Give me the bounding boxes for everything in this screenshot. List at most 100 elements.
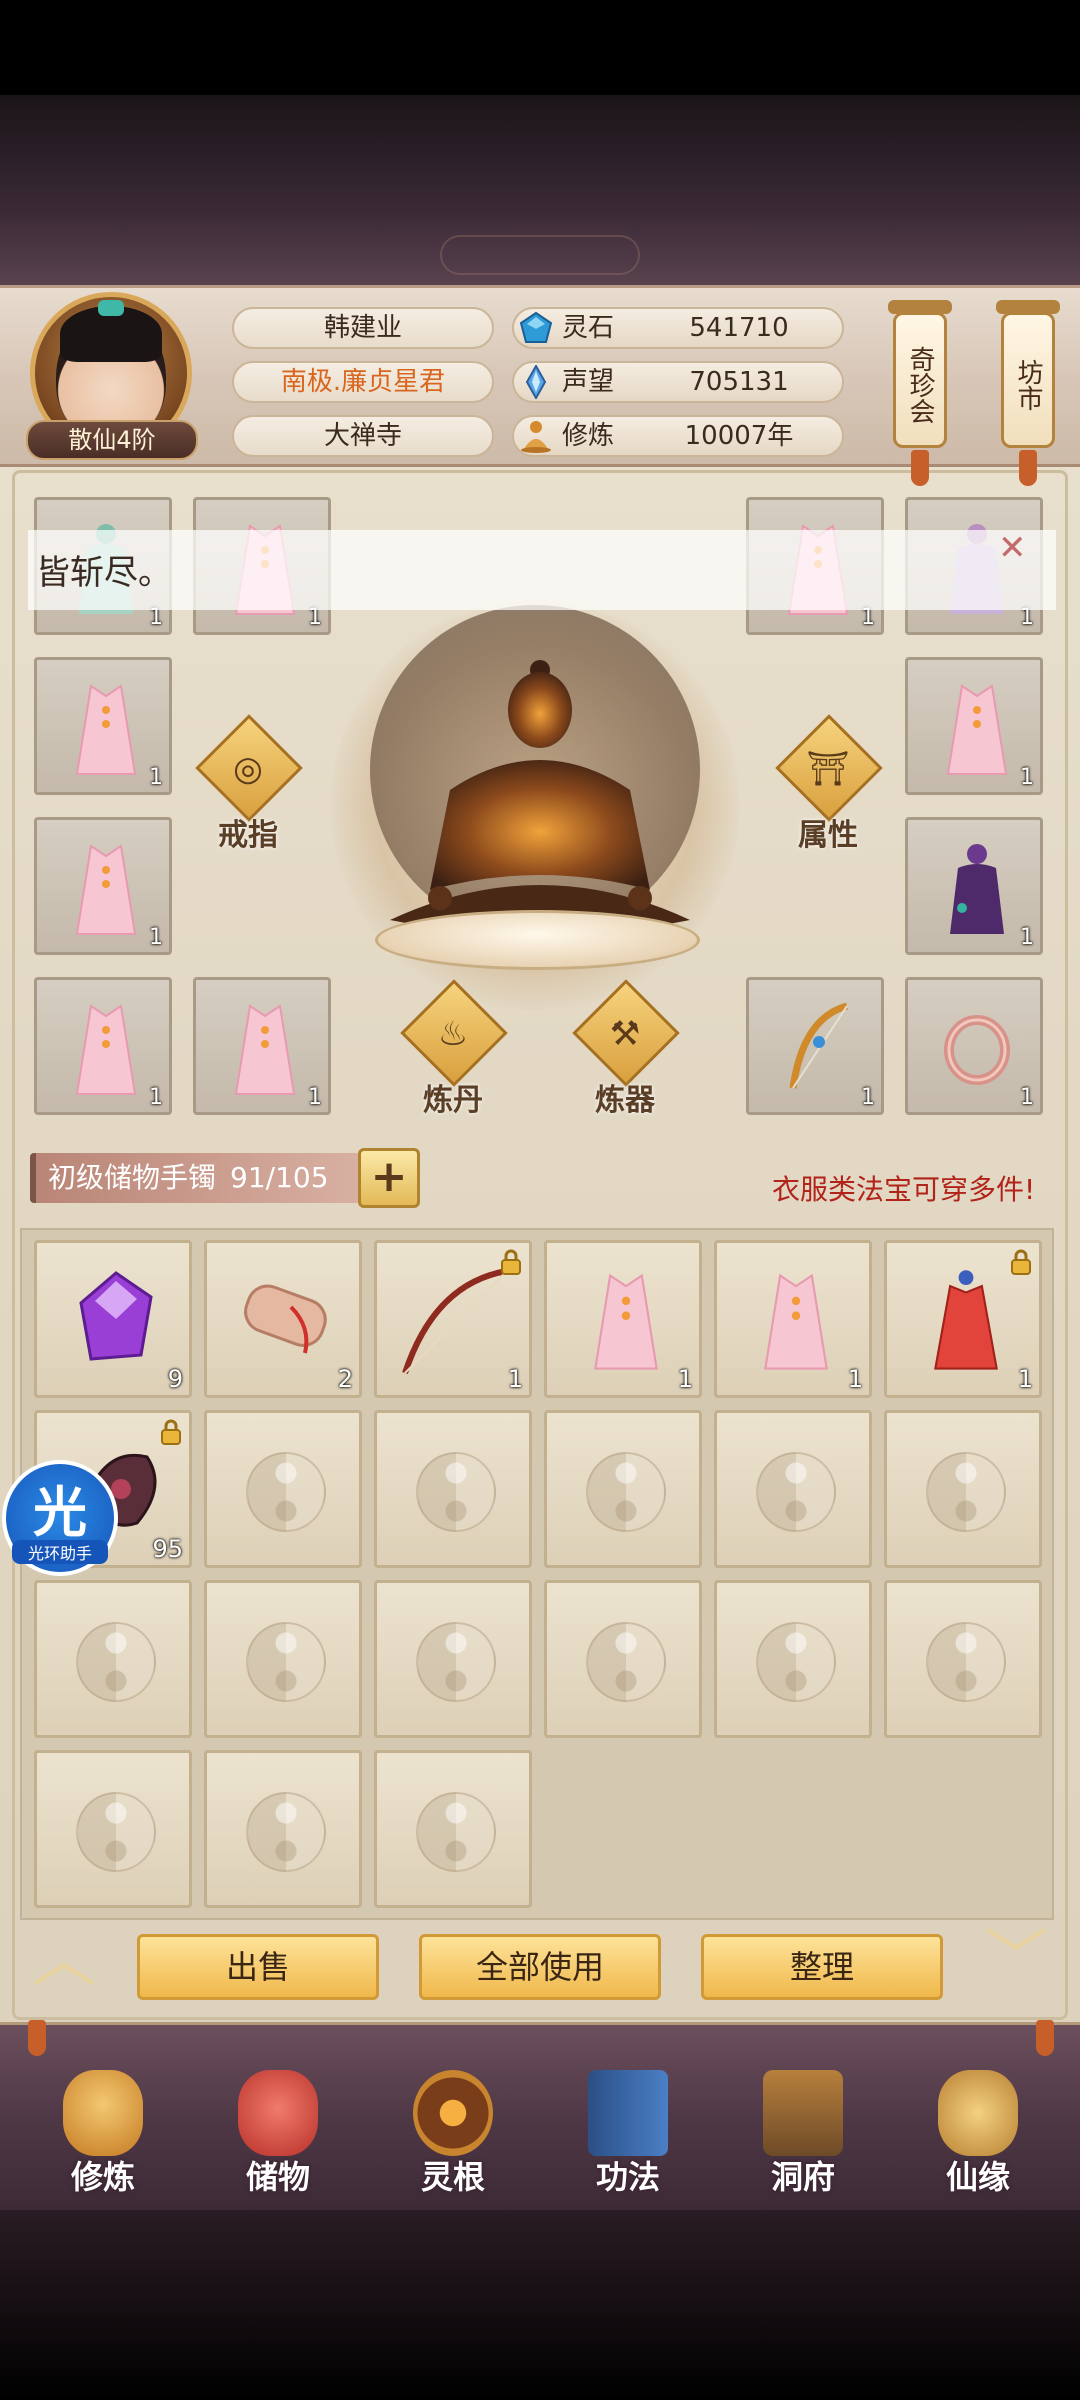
scroll-down-icon[interactable]: ﹀ — [976, 1928, 1056, 1992]
lock-icon — [501, 1249, 521, 1275]
yin-yang-icon — [76, 1622, 156, 1702]
empty-slot[interactable] — [714, 1410, 872, 1568]
attributes-label: 属性 — [798, 818, 858, 853]
expand-storage-button[interactable]: + — [358, 1148, 420, 1208]
stat-label: 灵石 — [562, 313, 615, 343]
item-count: 1 — [149, 765, 163, 790]
market-banner[interactable]: 坊市 — [1001, 312, 1055, 448]
nav-storage[interactable]: 储物 — [203, 2070, 353, 2210]
nav-label: 洞府 — [770, 2158, 835, 2196]
equipment-slot[interactable]: 1 — [34, 977, 172, 1115]
meditation-platform — [375, 910, 700, 970]
bottom-background — [0, 2210, 1080, 2400]
item-count: 1 — [847, 1365, 863, 1393]
helper-label: 光环助手 — [12, 1540, 108, 1564]
upper-background — [0, 95, 1080, 290]
cauldron-icon: ♨ — [437, 1014, 469, 1054]
avatar-hairpin — [98, 300, 124, 316]
nav-label: 灵根 — [420, 2158, 485, 2196]
empty-slot[interactable] — [544, 1580, 702, 1738]
item-count: 95 — [152, 1535, 183, 1563]
yin-yang-icon — [246, 1622, 326, 1702]
forging-button[interactable]: ⚒ 炼器 — [570, 979, 680, 1118]
yin-yang-icon — [586, 1622, 666, 1702]
equipment-slot[interactable]: 1 — [34, 817, 172, 955]
reputation-crystal-icon — [525, 365, 547, 399]
use-all-button[interactable]: 全部使用 — [419, 1934, 661, 2000]
alchemy-label: 炼丹 — [423, 1083, 483, 1118]
item-count: 1 — [1020, 765, 1034, 790]
empty-slot[interactable] — [34, 1580, 192, 1738]
nav-cave-dwelling[interactable]: 洞府 — [728, 2070, 878, 2210]
status-area — [0, 0, 1080, 95]
yin-yang-icon — [416, 1452, 496, 1532]
tassel — [1036, 2020, 1054, 2056]
inventory-slot[interactable]: 9 — [34, 1240, 192, 1398]
empty-slot[interactable] — [374, 1410, 532, 1568]
inventory-slot[interactable]: 1 — [374, 1240, 532, 1398]
attributes-button[interactable]: ⛩ 属性 — [773, 714, 883, 853]
storage-name: 初级储物手镯 — [48, 1161, 217, 1194]
robe-icon — [75, 1004, 137, 1095]
item-count: 2 — [337, 1365, 353, 1393]
storage-hint: 衣服类法宝可穿多件! — [772, 1173, 1036, 1206]
inventory-slot[interactable]: 2 — [204, 1240, 362, 1398]
inventory-slot[interactable]: 1 — [714, 1240, 872, 1398]
equipment-slot[interactable]: 1 — [193, 977, 331, 1115]
spirit-stone-icon — [519, 311, 553, 343]
empty-slot[interactable] — [714, 1580, 872, 1738]
empty-slot[interactable] — [204, 1580, 362, 1738]
empty-slot[interactable] — [884, 1410, 1042, 1568]
notice-banner — [28, 530, 1056, 610]
equipment-slot[interactable]: 1 — [905, 977, 1043, 1115]
empty-slot[interactable] — [204, 1750, 362, 1908]
helper-glyph: 光 — [33, 1481, 87, 1544]
notice-text: 皆斩尽。 — [36, 553, 172, 593]
item-count: 1 — [1017, 1365, 1033, 1393]
stat-label: 声望 — [562, 367, 615, 397]
nav-technique[interactable]: 功法 — [553, 2070, 703, 2210]
ring-icon: ◎ — [233, 749, 263, 789]
equipment-slot[interactable]: 1 — [905, 817, 1043, 955]
bow-icon — [789, 1002, 849, 1089]
stat-label: 修炼 — [562, 421, 615, 451]
ring-button[interactable]: ◎ 戒指 — [193, 714, 303, 853]
yin-yang-icon — [416, 1622, 496, 1702]
inventory-slot[interactable]: 1 — [544, 1240, 702, 1398]
empty-slot[interactable] — [204, 1410, 362, 1568]
robe-icon — [764, 1273, 828, 1370]
close-icon[interactable]: ✕ — [998, 528, 1027, 568]
equipment-slot[interactable]: 1 — [746, 977, 884, 1115]
yin-yang-icon — [246, 1452, 326, 1532]
rank-badge: 散仙4阶 — [26, 420, 198, 460]
empty-slot[interactable] — [374, 1580, 532, 1738]
robe-icon — [946, 684, 1008, 775]
robe-icon — [75, 844, 137, 935]
empty-slot[interactable] — [374, 1750, 532, 1908]
empty-slot[interactable] — [544, 1410, 702, 1568]
treasure-pavilion-banner[interactable]: 奇珍会 — [893, 312, 947, 448]
nav-spirit-root[interactable]: 灵根 — [378, 2070, 528, 2210]
alchemy-button[interactable]: ♨ 炼丹 — [398, 979, 508, 1118]
scroll-up-icon[interactable]: ︿ — [24, 1928, 104, 1992]
nav-cultivation[interactable]: 修炼 — [28, 2070, 178, 2210]
robe-icon — [75, 684, 137, 775]
storage-bag-icon — [238, 2070, 318, 2156]
spirit-figure-icon — [950, 844, 1004, 934]
equipment-slot[interactable]: 1 — [34, 657, 172, 795]
storage-bracelet-label: 初级储物手镯 91/105 — [30, 1153, 360, 1203]
item-count: 1 — [149, 925, 163, 950]
equipment-slot[interactable]: 1 — [905, 657, 1043, 795]
yin-yang-icon — [926, 1452, 1006, 1532]
item-count: 1 — [861, 1085, 875, 1110]
empty-slot[interactable] — [884, 1580, 1042, 1738]
sell-button[interactable]: 出售 — [137, 1934, 379, 2000]
sort-button[interactable]: 整理 — [701, 1934, 943, 2000]
tassel — [28, 2020, 46, 2056]
purple-crystal-icon — [79, 1271, 153, 1361]
empty-slot[interactable] — [34, 1750, 192, 1908]
nav-immortal-fate[interactable]: 仙缘 — [903, 2070, 1053, 2210]
inventory-slot[interactable]: 1 — [884, 1240, 1042, 1398]
lock-icon — [161, 1419, 181, 1445]
player-title[interactable]: 南极.廉贞星君 — [232, 361, 494, 403]
